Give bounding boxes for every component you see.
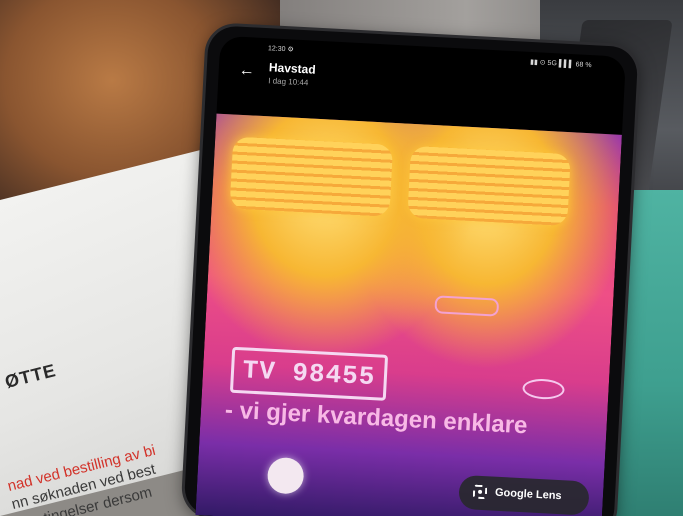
ford-logo-icon [522, 377, 566, 401]
smartphone: 12:30 ⚙ ▮▮ ⊙ 5G ▌▌▌ 68 % ← Havstad I dag… [183, 25, 639, 516]
phone-screen: 12:30 ⚙ ▮▮ ⊙ 5G ▌▌▌ 68 % ← Havstad I dag… [195, 35, 627, 516]
thermal-image[interactable]: TV 98455 - vi gjer kvardagen enklare [195, 113, 622, 516]
status-icons: ▮▮ ⊙ 5G ▌▌▌ 68 % [529, 58, 592, 70]
chat-date: I dag 10:44 [268, 76, 309, 88]
headlight-right [407, 145, 571, 227]
van-slogan: - vi gjer kvardagen enklare [224, 396, 529, 440]
back-arrow-icon[interactable]: ← [238, 61, 259, 82]
google-lens-label: Google Lens [494, 486, 562, 503]
google-lens-icon [472, 484, 488, 500]
google-lens-button[interactable]: Google Lens [458, 474, 590, 516]
chat-name: Havstad [268, 60, 316, 77]
photo-scene: ØTTE nad ved bestilling av bi nn søknade… [0, 0, 683, 516]
headlight-left [229, 136, 394, 217]
license-plate: TV 98455 [229, 346, 389, 401]
door-handle [434, 295, 500, 317]
status-time: 12:30 ⚙ [267, 45, 294, 54]
